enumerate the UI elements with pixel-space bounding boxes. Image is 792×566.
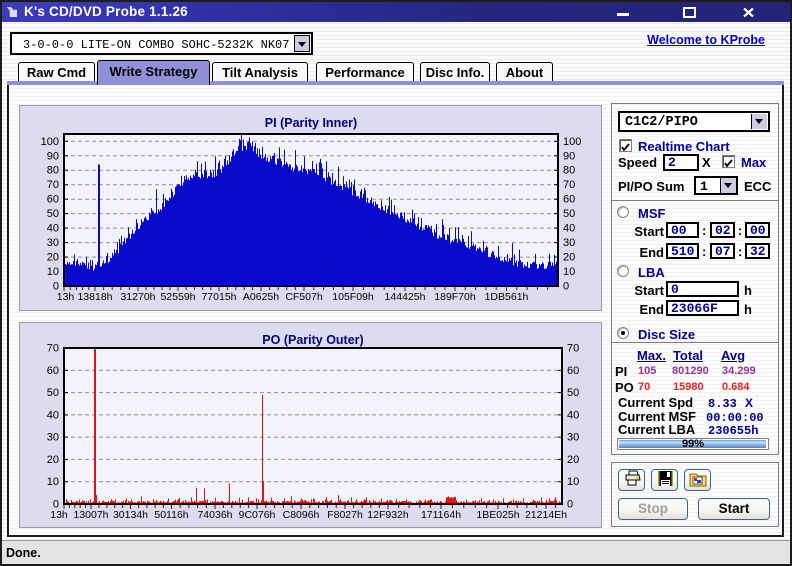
svg-text:80: 80 — [47, 165, 59, 177]
svg-text:20: 20 — [47, 454, 59, 466]
svg-text:90: 90 — [47, 150, 59, 162]
svg-text:105F09h: 105F09h — [332, 291, 374, 303]
svg-text:52559h: 52559h — [160, 291, 195, 303]
svg-text:9C076h: 9C076h — [239, 509, 276, 521]
svg-text:70: 70 — [567, 343, 579, 355]
svg-text:100: 100 — [41, 136, 59, 148]
svg-text:90: 90 — [563, 150, 575, 162]
svg-text:30: 30 — [47, 432, 59, 444]
svg-text:189F70h: 189F70h — [434, 291, 476, 303]
svg-text:20: 20 — [567, 454, 579, 466]
svg-text:40: 40 — [47, 223, 59, 235]
svg-text:0: 0 — [567, 499, 573, 511]
svg-text:13h: 13h — [50, 509, 68, 521]
svg-text:40: 40 — [47, 409, 59, 421]
svg-text:10: 10 — [567, 476, 579, 488]
svg-text:PI (Parity Inner): PI (Parity Inner) — [265, 116, 357, 130]
svg-text:0: 0 — [563, 281, 569, 293]
svg-text:30: 30 — [567, 432, 579, 444]
svg-text:10: 10 — [47, 476, 59, 488]
svg-text:F8027h: F8027h — [327, 509, 363, 521]
svg-text:10: 10 — [47, 266, 59, 278]
svg-text:80: 80 — [563, 165, 575, 177]
svg-text:74036h: 74036h — [197, 509, 232, 521]
svg-text:40: 40 — [563, 223, 575, 235]
svg-text:40: 40 — [567, 409, 579, 421]
svg-text:13818h: 13818h — [77, 291, 112, 303]
svg-text:21214Eh: 21214Eh — [525, 509, 567, 521]
svg-text:20: 20 — [563, 252, 575, 264]
svg-text:1BE025h: 1BE025h — [476, 509, 519, 521]
svg-text:100: 100 — [563, 136, 581, 148]
svg-text:77015h: 77015h — [201, 291, 236, 303]
svg-text:13007h: 13007h — [73, 509, 108, 521]
svg-text:50: 50 — [47, 387, 59, 399]
svg-text:50: 50 — [567, 387, 579, 399]
svg-text:70: 70 — [563, 179, 575, 191]
svg-text:30134h: 30134h — [113, 509, 148, 521]
svg-text:60: 60 — [47, 194, 59, 206]
svg-text:60: 60 — [47, 365, 59, 377]
svg-text:60: 60 — [563, 194, 575, 206]
svg-text:171164h: 171164h — [421, 509, 461, 521]
svg-text:PO (Parity Outer): PO (Parity Outer) — [262, 333, 363, 347]
svg-text:13h: 13h — [57, 291, 75, 303]
svg-text:CF507h: CF507h — [285, 291, 323, 303]
svg-text:70: 70 — [47, 179, 59, 191]
svg-text:31270h: 31270h — [120, 291, 155, 303]
svg-text:A0625h: A0625h — [243, 291, 279, 303]
svg-text:60: 60 — [567, 365, 579, 377]
svg-text:144425h: 144425h — [385, 291, 426, 303]
svg-text:30: 30 — [47, 237, 59, 249]
svg-text:50: 50 — [563, 208, 575, 220]
svg-text:1DB561h: 1DB561h — [485, 291, 529, 303]
svg-text:50116h: 50116h — [154, 509, 188, 521]
svg-text:70: 70 — [47, 343, 59, 355]
svg-text:20: 20 — [47, 252, 59, 264]
svg-text:12F932h: 12F932h — [367, 509, 409, 521]
svg-text:50: 50 — [47, 208, 59, 220]
svg-text:30: 30 — [563, 237, 575, 249]
svg-text:C8096h: C8096h — [283, 509, 320, 521]
svg-text:10: 10 — [563, 266, 575, 278]
